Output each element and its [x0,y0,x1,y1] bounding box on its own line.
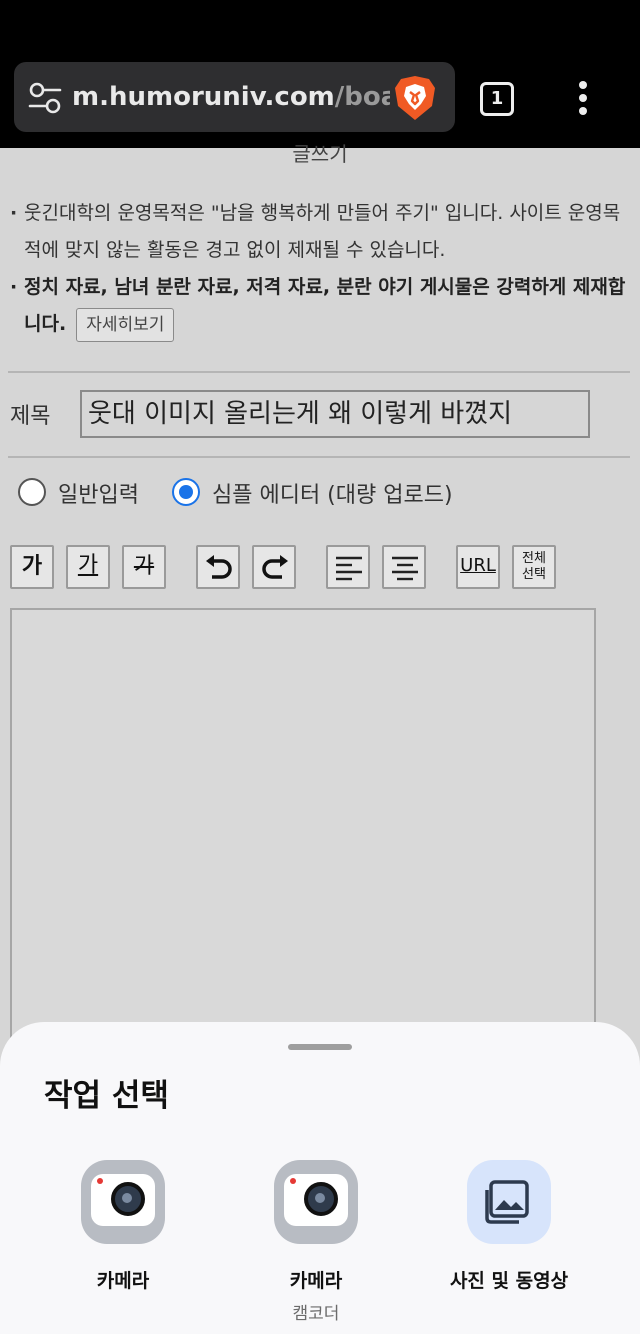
align-center-icon [392,556,418,581]
radio-simple-label[interactable]: 심플 에디터 (대량 업로드) [212,477,453,509]
more-info-button[interactable]: 자세히보기 [76,307,175,342]
align-left-button[interactable] [326,545,370,589]
app-label: 사진 및 동영상 [449,1270,569,1292]
align-left-icon [336,556,362,581]
divider [8,456,630,458]
title-input[interactable]: 웃대 이미지 올리는게 왜 이렇게 바꼈지 [80,390,590,438]
url-text[interactable]: m.humoruniv.com/board [72,62,390,132]
align-center-button[interactable] [382,545,426,589]
notice-line: 웃긴대학의 운영목적은 "남을 행복하게 만들어 주기" 입니다. 사이트 운영… [10,195,630,269]
undo-button[interactable] [196,545,240,589]
browser-toolbar: m.humoruniv.com/board 1 [0,60,640,148]
app-option-camcorder[interactable]: 카메라 캠코더 [226,1160,406,1324]
more-menu-icon[interactable] [572,78,594,122]
address-bar[interactable]: m.humoruniv.com/board [14,62,455,132]
app-label: 카메라 [96,1270,150,1292]
select-all-button[interactable]: 전체 선택 [512,545,556,589]
site-settings-icon[interactable] [28,82,62,114]
status-bar [0,0,640,60]
app-option-camera[interactable]: 카메라 [33,1160,213,1293]
app-option-gallery[interactable]: 사진 및 동영상 [419,1160,599,1293]
underline-button[interactable]: 가 [66,545,110,589]
editor-area[interactable] [10,608,596,1048]
notice-line-warning: 정치 자료, 남녀 분란 자료, 저격 자료, 분란 야기 게시물은 강력하게 … [10,269,630,343]
camera-icon [81,1160,165,1244]
title-label: 제목 [10,404,51,429]
sheet-title: 작업 선택 [44,1078,169,1114]
redo-button[interactable] [252,545,296,589]
bold-button[interactable]: 가 [10,545,54,589]
app-sublabel: 캠코더 [292,1304,340,1324]
app-label: 카메라 [289,1270,343,1292]
camcorder-icon [274,1160,358,1244]
notice-box: 웃긴대학의 운영목적은 "남을 행복하게 만들어 주기" 입니다. 사이트 운영… [10,195,630,343]
undo-icon [206,555,232,579]
url-button[interactable]: URL [456,545,500,589]
redo-icon [262,555,288,579]
strikethrough-button[interactable]: 가 [122,545,166,589]
tab-count-button[interactable]: 1 [480,82,514,116]
divider [8,371,630,373]
radio-simple-editor[interactable] [172,478,200,506]
action-sheet: 작업 선택 카메라 카메라 캠코더 사진 및 동영상 [0,1022,640,1334]
brave-shield-icon[interactable] [393,74,437,122]
gallery-icon [467,1160,551,1244]
page-title: 글쓰기 [292,142,348,166]
radio-normal-input[interactable] [18,478,46,506]
sheet-drag-handle[interactable] [288,1044,352,1050]
radio-normal-label[interactable]: 일반입력 [58,477,139,509]
